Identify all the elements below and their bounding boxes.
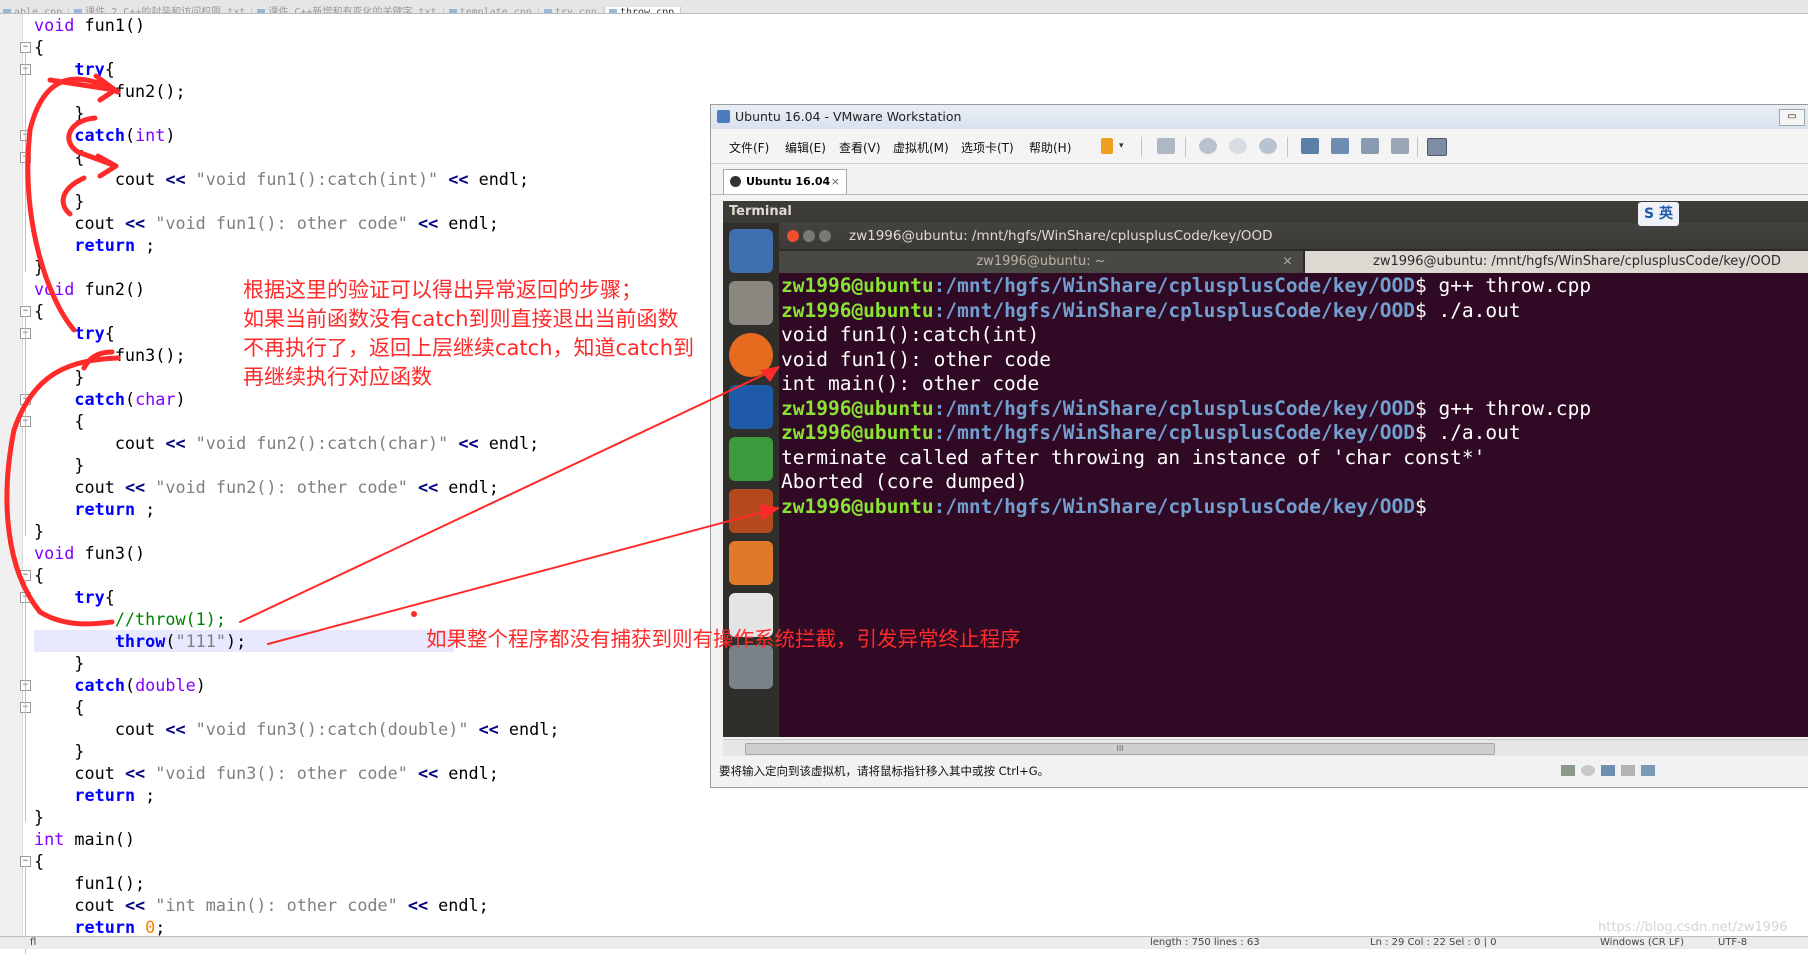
- arrow-to-terminal-run2: [267, 507, 779, 645]
- annotation-dot: [411, 611, 417, 617]
- arrow-catch-int: [66, 115, 119, 179]
- arrowhead-run2: [760, 504, 780, 520]
- annotation-arrows: [4, 73, 780, 645]
- arrow-to-terminal-run1: [239, 367, 779, 623]
- arrow-other-code: [60, 175, 87, 217]
- return-arrow-fun3-to-fun2: [4, 355, 121, 627]
- return-arrow-fun2-to-fun1: [25, 76, 121, 333]
